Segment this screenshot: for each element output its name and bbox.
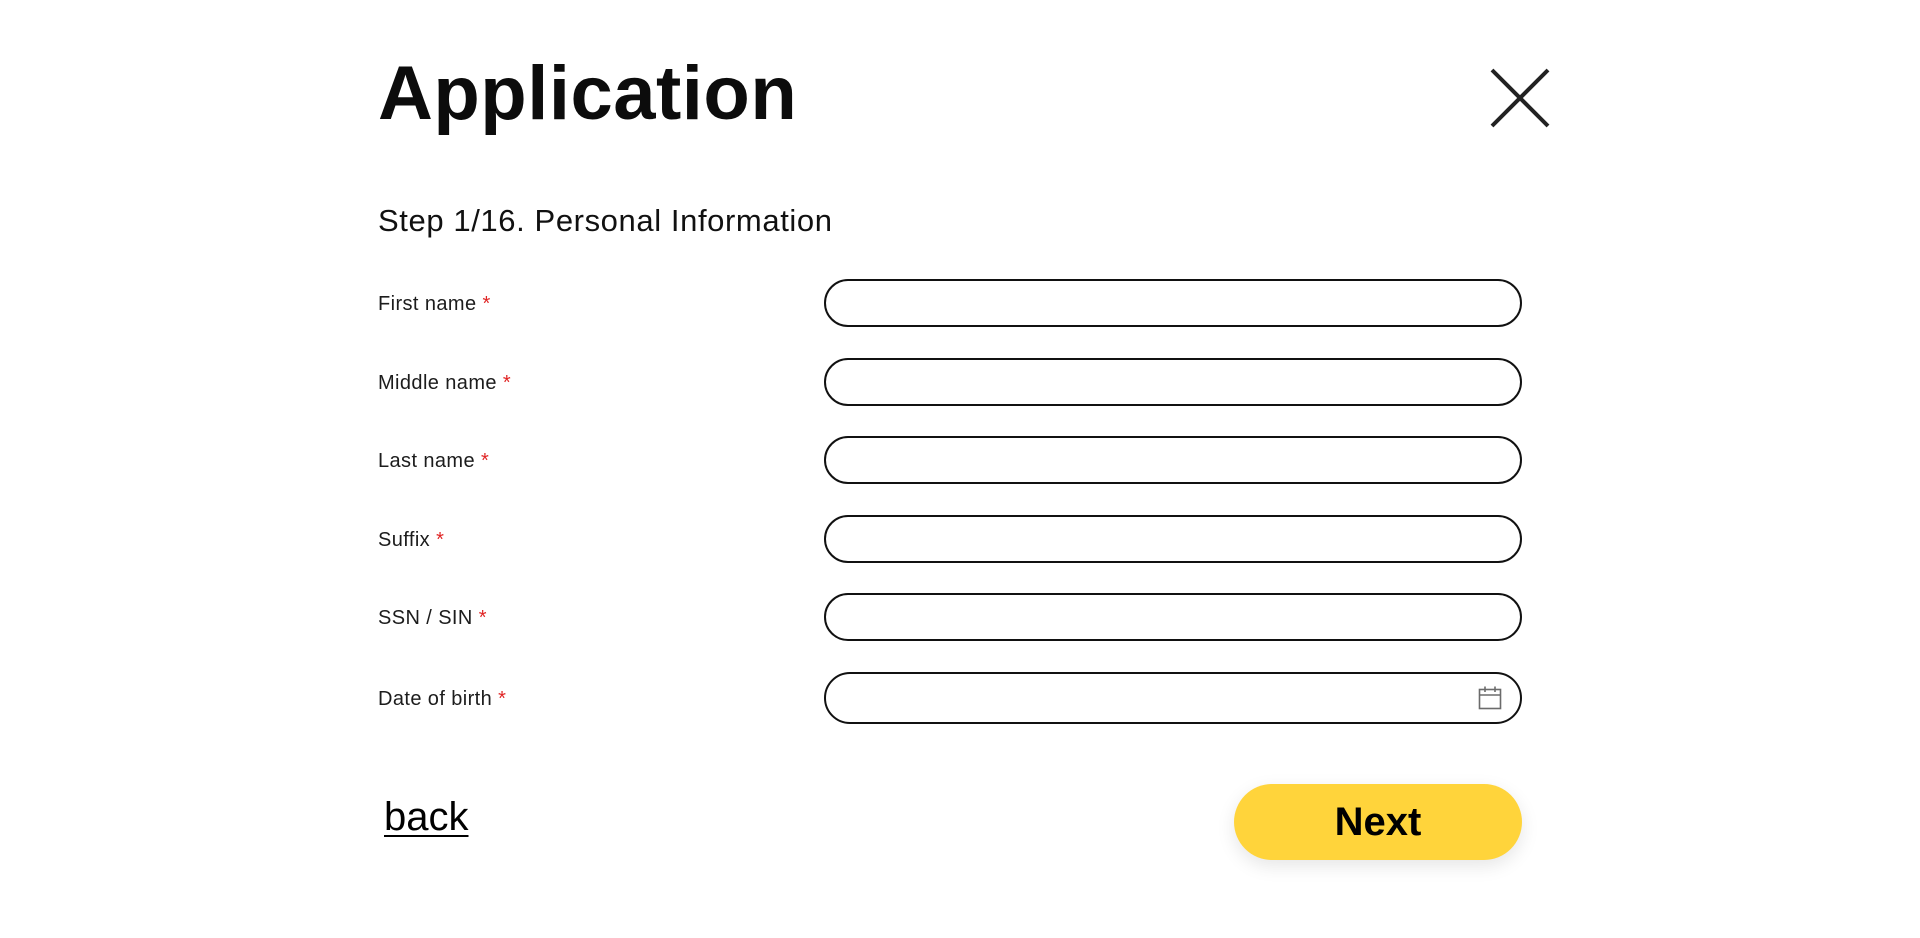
- required-marker: *: [478, 607, 487, 629]
- middle-name-input[interactable]: [848, 359, 1498, 404]
- date-of-birth-label-text: Date of birth: [378, 687, 493, 710]
- required-marker: *: [498, 687, 507, 710]
- form-row-middle-name: Middle name *: [378, 357, 1522, 437]
- required-marker: *: [436, 528, 445, 551]
- last-name-input[interactable]: [848, 438, 1498, 482]
- middle-name-field-wrapper: [824, 357, 1522, 406]
- suffix-label: Suffix *: [378, 529, 444, 552]
- first-name-label: First name *: [378, 293, 491, 316]
- personal-information-form: First name * Middle name * Last name * S…: [378, 279, 1522, 750]
- close-icon: [1490, 68, 1550, 128]
- required-marker: *: [502, 371, 512, 394]
- first-name-label-text: First name: [378, 293, 477, 315]
- middle-name-label: Middle name *: [378, 372, 511, 395]
- ssn-sin-label-text: SSN / SIN: [378, 607, 473, 629]
- suffix-field-wrapper: [824, 514, 1522, 563]
- required-marker: *: [481, 450, 490, 472]
- date-of-birth-field-wrapper: [824, 671, 1522, 724]
- form-row-date-of-birth: Date of birth *: [378, 671, 1522, 751]
- form-row-suffix: Suffix *: [378, 514, 1522, 594]
- required-marker: *: [482, 293, 491, 315]
- application-page: Application Step 1/16. Personal Informat…: [0, 0, 1920, 938]
- last-name-label-text: Last name: [378, 450, 475, 472]
- ssn-sin-field-wrapper: [824, 593, 1522, 641]
- first-name-field-wrapper: [824, 279, 1522, 327]
- last-name-field-wrapper: [824, 436, 1522, 484]
- ssn-sin-label: SSN / SIN *: [378, 607, 487, 630]
- date-of-birth-input[interactable]: [848, 673, 1476, 722]
- page-title: Application: [378, 51, 798, 136]
- calendar-icon[interactable]: [1476, 684, 1504, 712]
- suffix-label-text: Suffix: [378, 528, 431, 551]
- first-name-input[interactable]: [848, 281, 1498, 325]
- close-button[interactable]: [1488, 66, 1552, 130]
- suffix-input[interactable]: [848, 516, 1498, 561]
- form-row-last-name: Last name *: [378, 436, 1522, 515]
- middle-name-label-text: Middle name: [378, 371, 497, 394]
- step-title: Step 1/16. Personal Information: [378, 203, 833, 238]
- back-link[interactable]: back: [384, 795, 469, 840]
- form-row-first-name: First name *: [378, 279, 1522, 358]
- next-button[interactable]: Next: [1234, 784, 1522, 860]
- last-name-label: Last name *: [378, 450, 489, 473]
- date-of-birth-label: Date of birth *: [378, 688, 506, 711]
- form-row-ssn-sin: SSN / SIN *: [378, 593, 1522, 672]
- ssn-sin-input[interactable]: [848, 595, 1498, 639]
